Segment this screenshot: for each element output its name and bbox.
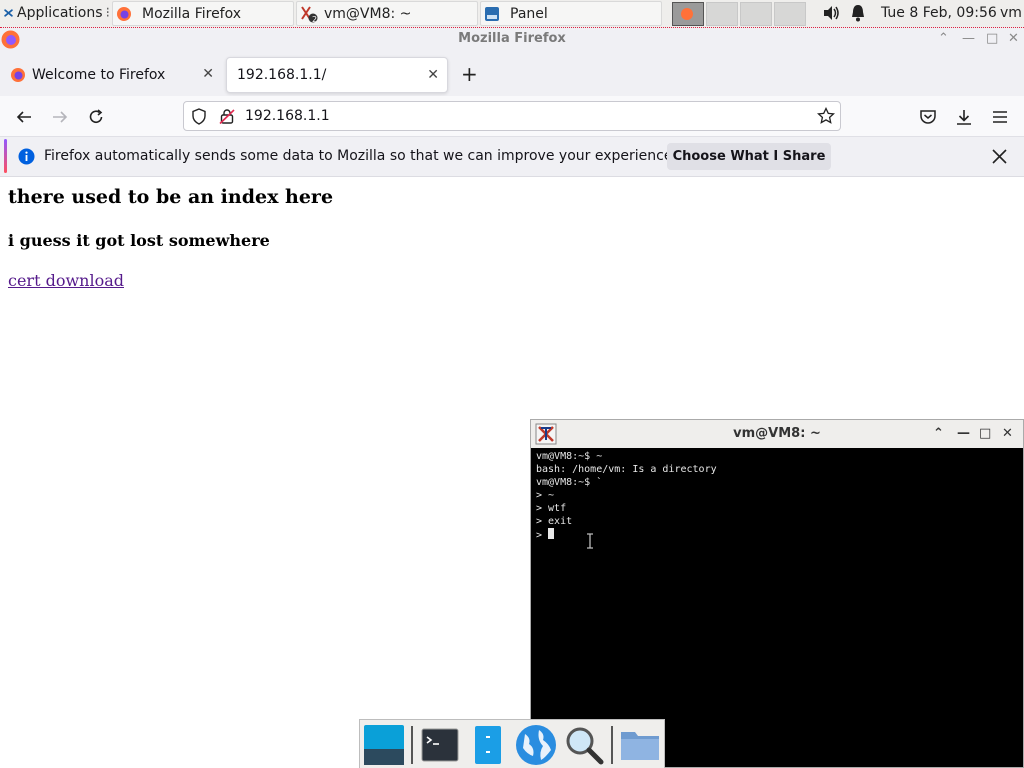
page-subheading: i guess it got lost somewhere xyxy=(8,231,270,250)
terminal-line: bash: /home/vm: Is a directory xyxy=(536,464,717,475)
collapse-window-icon[interactable]: ⌃ xyxy=(938,28,949,50)
notification-bell-icon[interactable] xyxy=(850,4,866,26)
window-title: Mozilla Firefox xyxy=(458,31,566,46)
choose-what-i-share-button[interactable]: Choose What I Share xyxy=(667,143,831,170)
taskbar-item-firefox[interactable]: Mozilla Firefox xyxy=(112,1,294,26)
url-text[interactable]: 192.168.1.1 xyxy=(245,108,330,124)
dock-separator xyxy=(611,726,613,764)
tab-label: Welcome to Firefox xyxy=(32,67,166,83)
reload-icon[interactable] xyxy=(84,105,108,129)
bookmark-star-icon[interactable] xyxy=(817,107,835,125)
minimize-window-icon[interactable]: — xyxy=(962,28,975,50)
firefox-icon xyxy=(1,30,20,49)
close-window-icon[interactable]: ✕ xyxy=(1008,28,1019,50)
close-notification-icon[interactable] xyxy=(991,148,1008,165)
tab-welcome[interactable]: Welcome to Firefox ✕ xyxy=(0,57,222,93)
firefox-thumbnail-icon xyxy=(681,8,693,20)
terminal-prompt-line: > xyxy=(536,528,1020,542)
close-tab-icon[interactable]: ✕ xyxy=(202,66,214,82)
terminal-line: > xyxy=(536,530,549,541)
taskbar-label: vm@VM8: ~ xyxy=(324,5,412,22)
tab-strip: Welcome to Firefox ✕ 192.168.1.1/ ✕ + xyxy=(0,50,1024,96)
page-heading: there used to be an index here xyxy=(8,186,334,208)
info-icon xyxy=(18,148,35,165)
volume-icon[interactable] xyxy=(822,4,840,26)
web-browser-launcher-icon[interactable] xyxy=(515,724,557,766)
url-bar[interactable]: 192.168.1.1 xyxy=(183,101,841,131)
workspace-1[interactable] xyxy=(672,2,704,26)
menu-grip-icon: ⁝ xyxy=(105,5,110,21)
forward-icon[interactable] xyxy=(48,105,72,129)
terminal-titlebar[interactable]: vm@VM8: ~ ⌃ — □ ✕ xyxy=(531,420,1023,448)
bottom-dock xyxy=(359,719,665,768)
text-cursor-icon xyxy=(587,533,593,549)
workspace-3[interactable] xyxy=(740,2,772,26)
applications-label: Applications xyxy=(17,5,103,21)
close-terminal-icon[interactable]: ✕ xyxy=(1002,420,1013,448)
tracking-shield-icon[interactable] xyxy=(191,108,207,125)
downloads-icon[interactable] xyxy=(952,105,976,129)
terminal-title: vm@VM8: ~ xyxy=(733,426,821,441)
maximize-terminal-icon[interactable]: □ xyxy=(979,420,991,448)
telemetry-notification-bar: Firefox automatically sends some data to… xyxy=(0,137,1024,177)
tab-current[interactable]: 192.168.1.1/ ✕ xyxy=(226,57,448,93)
firefox-icon xyxy=(117,6,131,21)
terminal-line: > exit xyxy=(536,516,573,527)
workspace-4[interactable] xyxy=(774,2,806,26)
terminal-window[interactable]: vm@VM8: ~ ⌃ — □ ✕ vm@VM8:~$ ~ bash: /home… xyxy=(530,419,1024,768)
clock[interactable]: Tue 8 Feb, 09:56 xyxy=(881,5,997,21)
panel-icon xyxy=(485,6,499,21)
cert-download-link[interactable]: cert download xyxy=(8,271,124,290)
top-panel: Applications ⁝ Mozilla Firefox 2 vm@VM8:… xyxy=(0,0,1024,28)
terminal-line: vm@VM8:~$ ~ xyxy=(536,451,603,462)
folder-launcher-icon[interactable] xyxy=(619,724,661,766)
terminal-line: > wtf xyxy=(536,503,567,514)
navigation-toolbar: 192.168.1.1 xyxy=(0,96,1024,137)
window-count-badge: 2 xyxy=(312,15,318,24)
terminal-line: vm@VM8:~$ ` xyxy=(536,477,603,488)
applications-menu[interactable]: Applications ⁝ xyxy=(2,0,110,26)
minimize-terminal-icon[interactable]: — xyxy=(957,420,970,448)
firefox-titlebar[interactable]: Mozilla Firefox ⌃ — □ ✕ xyxy=(0,28,1024,50)
firefox-tab-icon xyxy=(11,68,25,82)
tab-label: 192.168.1.1/ xyxy=(237,67,327,83)
dock-separator xyxy=(411,726,413,764)
insecure-lock-icon[interactable] xyxy=(219,108,235,125)
taskbar-label: Panel xyxy=(510,5,548,22)
back-icon[interactable] xyxy=(12,105,36,129)
terminal-cursor xyxy=(548,528,555,539)
terminal-line: > ~ xyxy=(536,490,555,501)
xterm-icon xyxy=(535,423,557,445)
maximize-window-icon[interactable]: □ xyxy=(986,28,998,50)
file-manager-launcher-icon[interactable] xyxy=(467,724,509,766)
workspace-2[interactable] xyxy=(706,2,738,26)
notification-text: Firefox automatically sends some data to… xyxy=(44,148,677,164)
taskbar-label: Mozilla Firefox xyxy=(142,5,242,22)
new-tab-icon[interactable]: + xyxy=(461,62,478,86)
taskbar-item-terminal[interactable]: 2 vm@VM8: ~ xyxy=(296,1,478,26)
search-launcher-icon[interactable] xyxy=(563,724,605,766)
hamburger-menu-icon[interactable] xyxy=(988,105,1012,129)
terminal-launcher-icon[interactable] xyxy=(419,724,461,766)
taskbar-item-panel[interactable]: Panel xyxy=(480,1,662,26)
pocket-icon[interactable] xyxy=(916,105,940,129)
user-name[interactable]: vm xyxy=(1000,5,1022,21)
notification-accent xyxy=(4,139,7,173)
show-desktop-icon[interactable] xyxy=(363,724,405,766)
collapse-terminal-icon[interactable]: ⌃ xyxy=(933,420,944,448)
xfce-logo-icon xyxy=(4,9,13,17)
close-tab-icon[interactable]: ✕ xyxy=(427,67,439,83)
